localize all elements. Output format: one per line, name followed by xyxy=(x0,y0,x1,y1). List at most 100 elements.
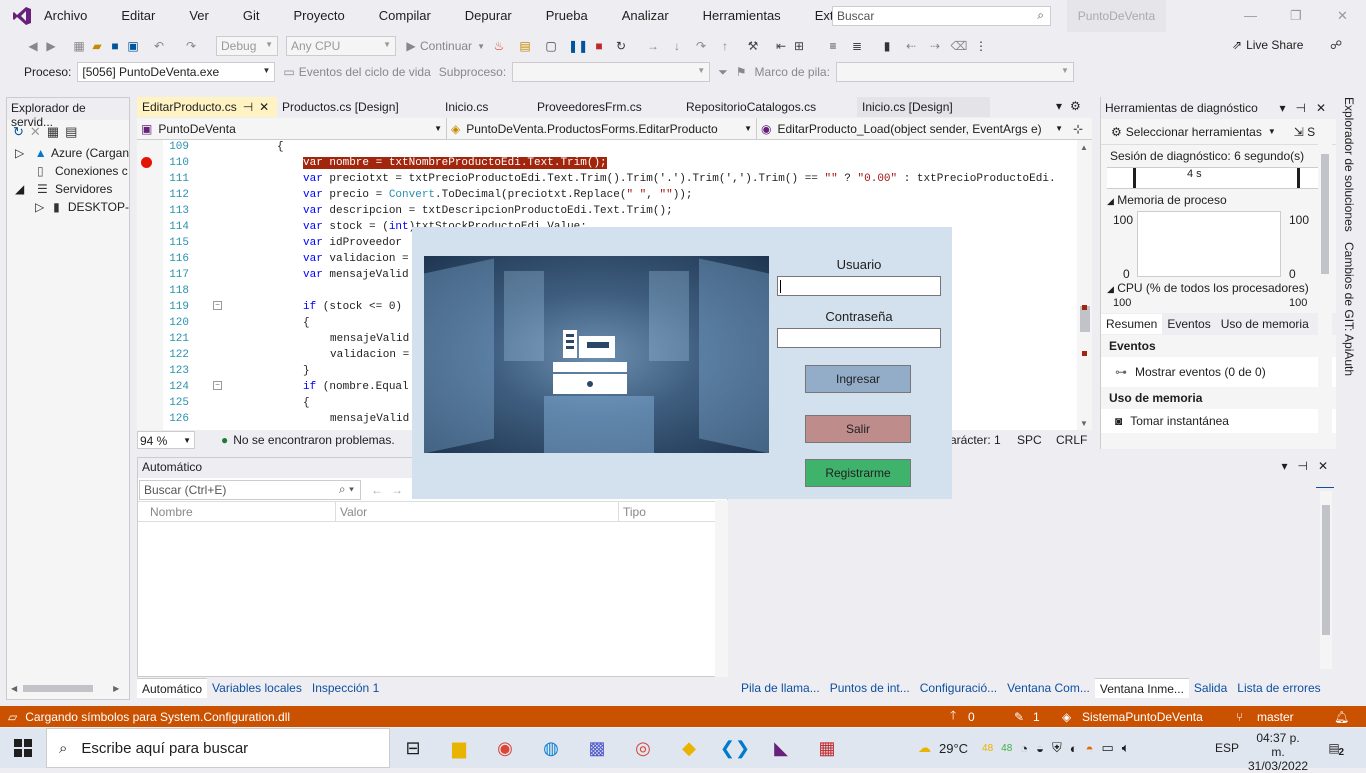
indent-icon[interactable]: ⊞ xyxy=(790,39,808,53)
tab-breakpoints[interactable]: Puntos de int... xyxy=(825,678,915,698)
lifecycle-icon[interactable]: ▭ xyxy=(283,65,294,79)
feedback-icon[interactable]: ☍ xyxy=(1330,38,1342,52)
lifecycle-events-button[interactable]: Eventos del ciclo de vida xyxy=(299,65,431,79)
overflow-icon[interactable]: ⋮ xyxy=(972,39,990,53)
undo-icon[interactable]: ↶ xyxy=(150,39,168,53)
tools-icon[interactable]: ⚒ xyxy=(744,39,762,53)
minimize-icon[interactable]: — xyxy=(1244,8,1257,23)
tab-command-window[interactable]: Ventana Com... xyxy=(1002,678,1095,698)
winforms-app-icon[interactable]: ▦ xyxy=(804,728,850,768)
close-icon[interactable]: ✕ xyxy=(1316,101,1326,115)
filter-icon[interactable]: ⏷ xyxy=(718,65,728,80)
open-folder-icon[interactable]: ▰ xyxy=(88,39,106,53)
edge-icon[interactable]: ◍ xyxy=(528,728,574,768)
visual-studio-logo-icon[interactable] xyxy=(0,6,44,26)
tab-immediate-window[interactable]: Ventana Inme... xyxy=(1094,678,1189,698)
split-icon[interactable]: ⊹ xyxy=(1073,122,1083,136)
new-item-icon[interactable]: ▦ xyxy=(70,39,88,53)
settings-icon[interactable]: ⚙ xyxy=(1070,97,1081,117)
tab-inicio[interactable]: Inicio.cs xyxy=(440,97,532,117)
code-line[interactable]: var descripcion = txtDescripcionProducto… xyxy=(303,205,673,217)
pin-icon[interactable]: ⊣ xyxy=(243,100,253,117)
code-line[interactable]: var nombre = txtNombreProductoEdi.Text.T… xyxy=(303,157,607,169)
branch-name[interactable]: master xyxy=(1257,710,1294,724)
platform-select[interactable]: Any CPU ▼ xyxy=(286,36,396,56)
project-dropdown[interactable]: ▣ PuntoDeVenta ▼ xyxy=(137,117,447,140)
tab-error-list[interactable]: Lista de errores xyxy=(1232,678,1325,698)
collapse-region-icon[interactable]: − xyxy=(213,381,222,390)
save-icon[interactable]: ■ xyxy=(106,39,124,53)
immediate-scrollbar[interactable] xyxy=(1320,491,1332,669)
tab-locals[interactable]: Variables locales xyxy=(207,678,307,698)
search-back-icon[interactable]: ← xyxy=(371,483,383,497)
continue-button[interactable]: Continuar xyxy=(420,39,472,53)
shield-icon[interactable]: ⛨ xyxy=(1052,740,1062,756)
scroll-up-icon[interactable]: ▲ xyxy=(1080,143,1088,152)
file-explorer-icon[interactable]: ▆ xyxy=(436,728,482,768)
tray-badge-a[interactable]: 48 xyxy=(982,743,993,754)
tab-output[interactable]: Salida xyxy=(1189,678,1232,698)
column-header-value[interactable]: Valor xyxy=(336,502,619,521)
prev-bookmark-icon[interactable]: ⇠ xyxy=(902,39,920,53)
refresh-icon[interactable]: ↻ xyxy=(13,124,24,140)
menu-ver[interactable]: Ver xyxy=(189,0,220,32)
code-line[interactable]: } xyxy=(303,365,310,377)
git-changes-side-tab[interactable]: Cambios de GIT: ApiAuth xyxy=(1342,242,1356,376)
clear-bookmarks-icon[interactable]: ⌫ xyxy=(950,39,968,53)
search-forward-icon[interactable]: → xyxy=(391,483,403,497)
tab-call-stack[interactable]: Pila de llama... xyxy=(736,678,825,698)
tab-repositoriocatalogos[interactable]: RepositorioCatalogos.cs xyxy=(681,97,857,117)
tab-watch[interactable]: Inspección 1 xyxy=(307,678,384,698)
network-icon[interactable]: ◔ xyxy=(1020,741,1028,756)
align-icon[interactable]: ⇤ xyxy=(772,39,790,53)
taskbar-search[interactable]: ⌕ Escribe aquí para buscar xyxy=(46,728,390,768)
glyph-margin[interactable] xyxy=(137,140,163,430)
language-indicator[interactable]: ESP xyxy=(1215,741,1239,755)
code-line[interactable]: var mensajeValid xyxy=(303,269,409,281)
menu-git[interactable]: Git xyxy=(243,0,271,32)
issues-status[interactable]: No se encontraron problemas. xyxy=(233,433,394,447)
stop-refresh-icon[interactable]: ✕ xyxy=(30,124,41,140)
pause-icon[interactable]: ❚❚ xyxy=(568,39,588,53)
back-icon[interactable]: ◀ xyxy=(24,39,42,53)
menu-editar[interactable]: Editar xyxy=(121,0,166,32)
solution-explorer-side-tab[interactable]: Explorador de soluciones xyxy=(1342,97,1356,232)
hot-reload-icon[interactable]: ♨ xyxy=(490,39,508,53)
tree-item-azure[interactable]: ▷ ▲ Azure (Cargan xyxy=(7,144,129,162)
tab-inicio-design[interactable]: Inicio.cs [Design] xyxy=(857,97,990,117)
menu-herramientas[interactable]: Herramientas xyxy=(703,0,792,32)
show-next-statement-icon[interactable]: → xyxy=(644,39,662,53)
redo-icon[interactable]: ↷ xyxy=(182,39,200,53)
teams-icon[interactable]: ▩ xyxy=(574,728,620,768)
class-dropdown[interactable]: ◈ PuntoDeVenta.ProductosForms.EditarProd… xyxy=(447,117,757,140)
menu-prueba[interactable]: Prueba xyxy=(546,0,599,32)
unpushed-count[interactable]: 0 xyxy=(968,710,975,724)
code-line[interactable]: var preciotxt = txtPrecioProductoEdi.Tex… xyxy=(303,173,1056,185)
sourcetree-icon[interactable]: ◆ xyxy=(666,728,712,768)
comment-icon[interactable]: ≡ xyxy=(824,39,842,53)
screenshot-icon[interactable]: ▢ xyxy=(542,39,560,53)
tab-productos-design[interactable]: Productos.cs [Design] xyxy=(277,97,440,117)
process-select[interactable]: [5056] PuntoDeVenta.exe ▼ xyxy=(77,62,276,82)
show-events-link[interactable]: Mostrar eventos (0 de 0) xyxy=(1135,365,1266,379)
chrome-icon[interactable]: ◉ xyxy=(482,728,528,768)
menu-analizar[interactable]: Analizar xyxy=(622,0,680,32)
collapse-icon[interactable]: ◢ xyxy=(15,182,37,196)
timeline-end-marker[interactable] xyxy=(1297,168,1300,188)
collapse-region-icon[interactable]: − xyxy=(213,301,222,310)
uncomment-icon[interactable]: ≣ xyxy=(848,39,866,53)
live-share-button[interactable]: ⇗ Live Share xyxy=(1232,38,1303,52)
code-line[interactable]: if (nombre.Equal xyxy=(303,381,409,393)
connect-database-icon[interactable]: ▤ xyxy=(65,124,77,140)
scroll-thumb[interactable] xyxy=(1321,154,1329,274)
connect-server-icon[interactable]: ▦ xyxy=(47,124,59,140)
tab-list-icon[interactable]: ▾ xyxy=(1056,97,1062,117)
process-memory-header[interactable]: ◢ Memoria de proceso xyxy=(1101,189,1336,207)
autos-search-input[interactable]: Buscar (Ctrl+E) ⌕ ▾ xyxy=(139,479,361,500)
repository-name[interactable]: SistemaPuntoDeVenta xyxy=(1082,710,1203,724)
zoom-select[interactable]: 94 % ▼ xyxy=(137,431,195,449)
tab-exception-settings[interactable]: Configuració... xyxy=(915,678,1002,698)
exit-button[interactable]: Salir xyxy=(805,415,911,443)
code-line[interactable]: var idProveedor xyxy=(303,237,402,249)
line-ending[interactable]: CRLF xyxy=(1056,433,1087,447)
